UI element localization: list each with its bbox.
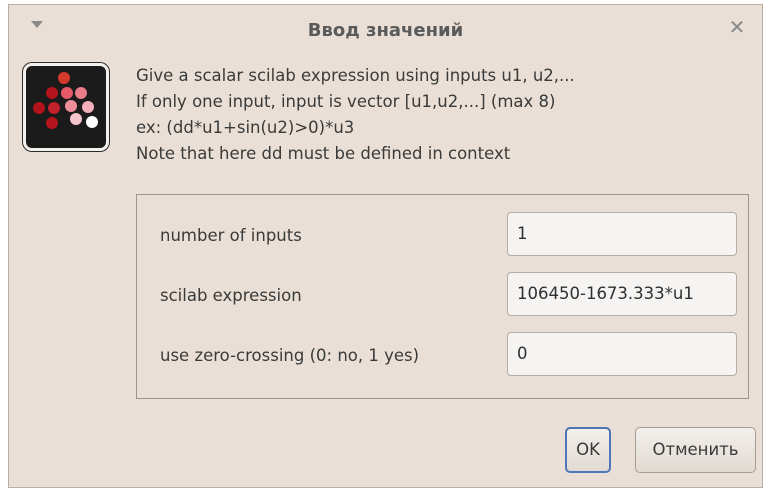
description-line: If only one input, input is vector [u1,u… <box>136 92 556 111</box>
icon-dot <box>86 116 98 128</box>
icon-dot <box>82 101 94 113</box>
icon-dot <box>33 102 45 114</box>
scilab-expression-field[interactable]: 106450-1673.333*u1 <box>507 272 737 316</box>
number-of-inputs-field[interactable]: 1 <box>507 212 737 256</box>
scilab-expression-label: scilab expression <box>160 286 302 305</box>
scicos-icon <box>23 63 109 151</box>
title-bar: Ввод значений ✕ <box>9 5 762 55</box>
window-title: Ввод значений <box>307 20 464 41</box>
icon-dot <box>75 87 87 99</box>
icon-dot <box>58 72 70 84</box>
zero-crossing-field[interactable]: 0 <box>507 332 737 376</box>
zero-crossing-label: use zero-crossing (0: no, 1 yes) <box>160 346 420 365</box>
description-line: ex: (dd*u1+sin(u2)>0)*u3 <box>136 118 355 137</box>
scicos-icon-graphic <box>33 72 98 129</box>
close-icon[interactable]: ✕ <box>726 16 748 38</box>
dialog-window: Ввод значений ✕ Give a scalar scilab exp… <box>8 4 763 488</box>
icon-dot <box>48 102 60 114</box>
icon-dot <box>46 87 58 99</box>
description-line: Note that here dd must be defined in con… <box>136 144 511 163</box>
description: Give a scalar scilab expression using in… <box>136 63 575 167</box>
icon-dot <box>61 87 73 99</box>
icon-dot <box>46 117 58 129</box>
icon-dot <box>65 100 77 112</box>
ok-button[interactable]: OK <box>565 427 611 473</box>
description-line: Give a scalar scilab expression using in… <box>136 66 575 85</box>
number-of-inputs-label: number of inputs <box>160 226 302 245</box>
cancel-button[interactable]: Отменить <box>635 427 756 473</box>
icon-dot <box>70 113 82 125</box>
parameters-panel: number of inputs 1 scilab expression 106… <box>136 194 749 399</box>
